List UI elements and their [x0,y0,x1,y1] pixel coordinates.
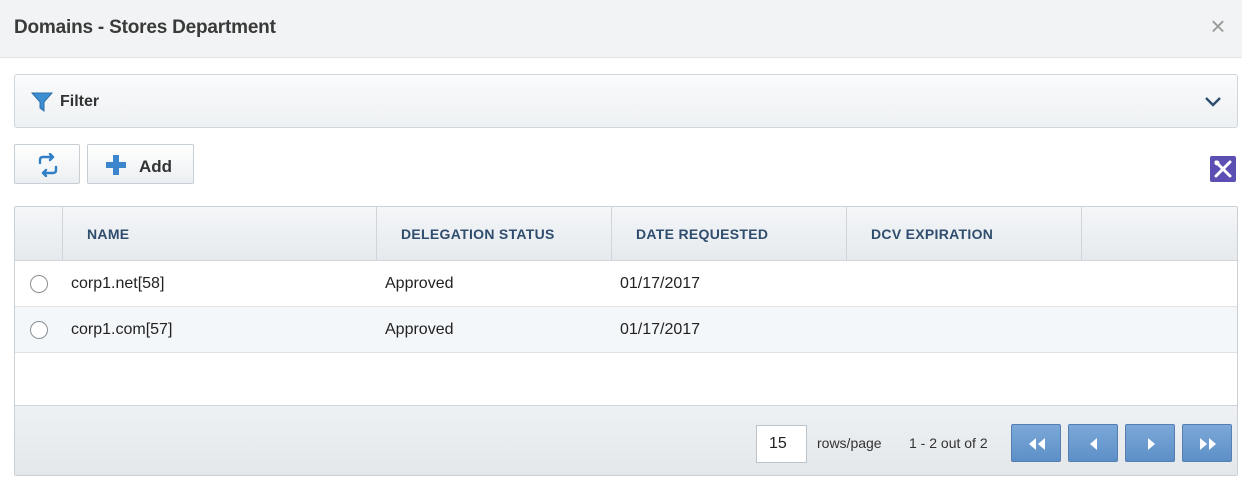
filter-panel-toggle[interactable]: Filter [14,74,1238,128]
rows-per-page-label: rows/page [817,435,882,451]
add-button[interactable]: Add [87,144,194,184]
domains-table: NAME DELEGATION STATUS DATE REQUESTED DC… [14,206,1238,476]
column-header-extra [1082,207,1237,261]
row-select-radio[interactable] [30,275,48,293]
cell-delegation-status: Approved [385,321,454,338]
column-header-select [15,207,63,261]
dialog-header: Domains - Stores Department × [0,0,1242,58]
funnel-icon [31,92,53,112]
previous-page-button[interactable] [1068,424,1118,462]
plus-icon [106,155,126,175]
last-page-button[interactable] [1182,424,1232,462]
cell-date-requested: 01/17/2017 [620,321,701,338]
first-page-button[interactable] [1011,424,1061,462]
record-count: 1 - 2 out of 2 [909,435,988,451]
double-chevron-left-icon [1029,438,1045,450]
cell-name: corp1.com[57] [71,321,173,338]
row-select-radio[interactable] [30,321,48,339]
cell-delegation-status: Approved [385,275,454,292]
pagination-bar: rows/page 1 - 2 out of 2 [15,405,1237,475]
column-header-dcv-expiration[interactable]: DCV EXPIRATION [847,207,1082,261]
cell-date-requested: 01/17/2017 [620,275,701,292]
refresh-icon [38,153,58,177]
chevron-left-icon [1090,438,1097,450]
double-chevron-right-icon [1200,438,1216,450]
table-row[interactable]: corp1.com[57] Approved 01/17/2017 [15,307,1237,353]
wrench-screwdriver-icon [1214,160,1232,178]
dialog-title: Domains - Stores Department [14,17,276,38]
column-header-date-requested[interactable]: DATE REQUESTED [612,207,847,261]
next-page-button[interactable] [1125,424,1175,462]
table-header: NAME DELEGATION STATUS DATE REQUESTED DC… [15,207,1237,261]
filter-label: Filter [60,93,100,110]
close-icon[interactable]: × [1206,13,1230,39]
refresh-button[interactable] [14,144,80,184]
rows-per-page-input[interactable] [756,425,807,463]
add-button-label: Add [139,157,173,176]
column-header-delegation-status[interactable]: DELEGATION STATUS [377,207,612,261]
column-header-name[interactable]: NAME [63,207,377,261]
chevron-down-icon[interactable] [1203,93,1223,111]
table-row[interactable]: corp1.net[58] Approved 01/17/2017 [15,261,1237,307]
tools-icon[interactable] [1210,156,1236,182]
cell-name: corp1.net[58] [71,275,165,292]
chevron-right-icon [1148,438,1155,450]
